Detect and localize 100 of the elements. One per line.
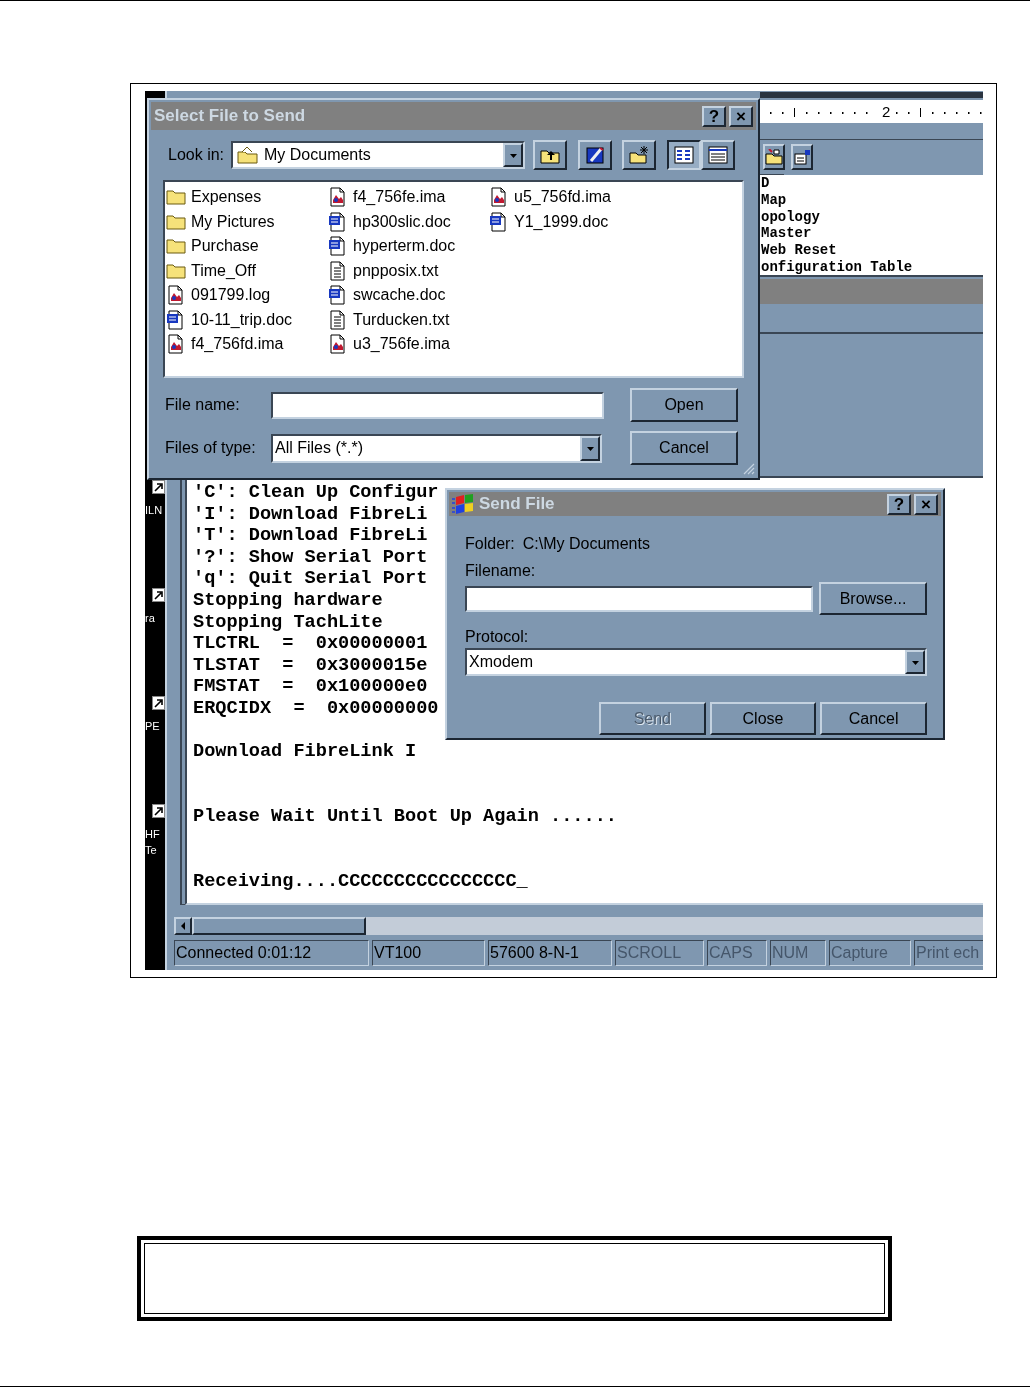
terminal-line: 'T': Download FibreLi — [193, 525, 428, 547]
text-line: D — [761, 175, 771, 192]
file-item[interactable]: 091799.log — [166, 284, 273, 307]
status-pane: 57600 8-N-1 — [488, 940, 612, 966]
terminal-line: 'I': Download FibreLi — [193, 503, 428, 526]
close-button[interactable]: × — [914, 493, 938, 515]
document-icon — [328, 236, 348, 257]
close-button[interactable]: × — [729, 105, 753, 127]
file-item[interactable]: f4_756fe.ima — [328, 186, 448, 209]
filename-field[interactable] — [465, 585, 813, 612]
toolbar-button[interactable] — [533, 140, 567, 170]
toolbar-button[interactable] — [763, 144, 785, 170]
terminal-line: Stopping hardware — [193, 589, 383, 612]
file-item[interactable]: Expenses — [166, 186, 264, 209]
left-arrow-icon — [180, 922, 186, 930]
folder-icon — [166, 187, 186, 208]
open-folder-icon — [765, 149, 783, 165]
shortcut-icon — [152, 804, 165, 818]
file-item[interactable]: u3_756fe.ima — [328, 333, 452, 356]
toolbar-button[interactable] — [622, 140, 656, 170]
terminal-line: 'C': Clean Up Configur — [193, 482, 439, 504]
terminal-line: Download FibreLink I — [193, 741, 417, 763]
dropdown-button[interactable] — [503, 143, 523, 167]
help-button[interactable]: ? — [887, 493, 911, 515]
terminal-line: ERQCIDX = 0x00000000 — [193, 697, 439, 720]
file-name-field[interactable] — [271, 391, 604, 419]
document-icon — [166, 309, 186, 330]
text-line: onfiguration Table — [761, 259, 914, 276]
flag-icon — [452, 494, 476, 514]
shortcut-icon — [152, 480, 165, 494]
terminal-line: TLCTRL = 0x00000001 — [193, 633, 428, 655]
status-pane: NUM — [770, 940, 826, 966]
image-file-icon — [489, 187, 509, 208]
protocol-dropdown[interactable]: Xmodem — [465, 648, 927, 676]
dialog-button[interactable]: Cancel — [820, 702, 927, 735]
file-item[interactable]: hp300slic.doc — [328, 210, 453, 233]
resize-grip-icon — [743, 463, 755, 475]
file-type-dropdown[interactable]: All Files (*.*) — [271, 433, 602, 463]
text-line: opology — [761, 208, 821, 226]
text-file-icon — [328, 260, 348, 281]
terminal-line: 'q': Quit Serial Port — [193, 568, 428, 590]
scroll-left-button[interactable] — [174, 917, 192, 935]
help-button[interactable]: ? — [702, 105, 726, 127]
shortcut-icon — [152, 696, 165, 710]
dropdown-button[interactable] — [580, 435, 600, 461]
text-line: Map — [761, 191, 788, 209]
text-line: Master — [761, 225, 813, 243]
open-button[interactable]: Open — [630, 388, 738, 422]
status-pane: VT100 — [372, 940, 485, 966]
cancel-button[interactable]: Cancel — [630, 431, 738, 465]
shortcut-icon — [152, 588, 165, 602]
desktop-icon-label: Te — [145, 843, 157, 858]
toolbar-button[interactable] — [578, 140, 612, 170]
status-pane: Capture — [829, 940, 911, 966]
file-item[interactable]: Purchase — [166, 235, 261, 258]
file-item[interactable]: My Pictures — [166, 210, 277, 233]
text-file-icon — [328, 309, 348, 330]
folder-icon — [166, 236, 186, 257]
terminal-line: TLSTAT = 0x3000015e — [193, 654, 428, 677]
file-item[interactable]: Turducken.txt — [328, 308, 452, 331]
image-file-icon — [328, 334, 348, 355]
status-pane: SCROLL — [615, 940, 704, 966]
file-item[interactable]: 10-11_trip.doc — [166, 308, 295, 331]
file-item[interactable]: swcache.doc — [328, 284, 448, 307]
window-title: Send File — [479, 494, 556, 514]
terminal-line: '?': Show Serial Port — [193, 546, 428, 569]
dropdown-button[interactable] — [905, 650, 925, 674]
field-label: Files of type: — [165, 439, 257, 457]
toolbar-button[interactable] — [791, 144, 813, 170]
status-pane: Print ech — [914, 940, 983, 966]
file-item[interactable]: f4_756fd.ima — [166, 333, 286, 356]
new-folder-icon — [629, 145, 649, 165]
field-label: Protocol: — [465, 628, 530, 646]
status-pane: CAPS — [707, 940, 767, 966]
field-label: Folder: — [465, 535, 515, 553]
file-item[interactable]: Y1_1999.doc — [489, 210, 611, 233]
desktop-icon-label: ILN — [145, 503, 163, 518]
image-file-icon — [166, 285, 186, 306]
file-item[interactable]: hyperterm.doc — [328, 235, 458, 258]
desktop-icon-label: HF — [145, 827, 160, 842]
file-item[interactable]: Time_Off — [166, 259, 258, 282]
view-button[interactable] — [667, 140, 701, 170]
desktop-icon-label: PE — [145, 719, 160, 734]
open-folder-icon — [237, 146, 259, 164]
browse-button[interactable]: Browse... — [819, 582, 927, 615]
dropdown-value: All Files (*.*) — [275, 439, 363, 457]
file-item[interactable]: u5_756fd.ima — [489, 186, 613, 209]
dropdown-value: Xmodem — [469, 653, 534, 671]
dialog-button[interactable]: Close — [709, 702, 817, 735]
image-file-icon — [328, 187, 348, 208]
folder-path: C:\My Documents — [522, 535, 650, 553]
file-item[interactable]: pnpposix.txt — [328, 259, 441, 282]
window-title: Select File to Send — [154, 106, 307, 126]
field-label: File name: — [165, 396, 241, 414]
status-pane: Connected 0:01:12 — [174, 940, 369, 966]
pen-icon — [585, 145, 605, 165]
document-icon — [328, 211, 348, 232]
scrollbar-thumb[interactable] — [192, 917, 366, 935]
dropdown-value: My Documents — [264, 146, 371, 164]
look-in-dropdown[interactable]: My Documents — [231, 141, 525, 169]
